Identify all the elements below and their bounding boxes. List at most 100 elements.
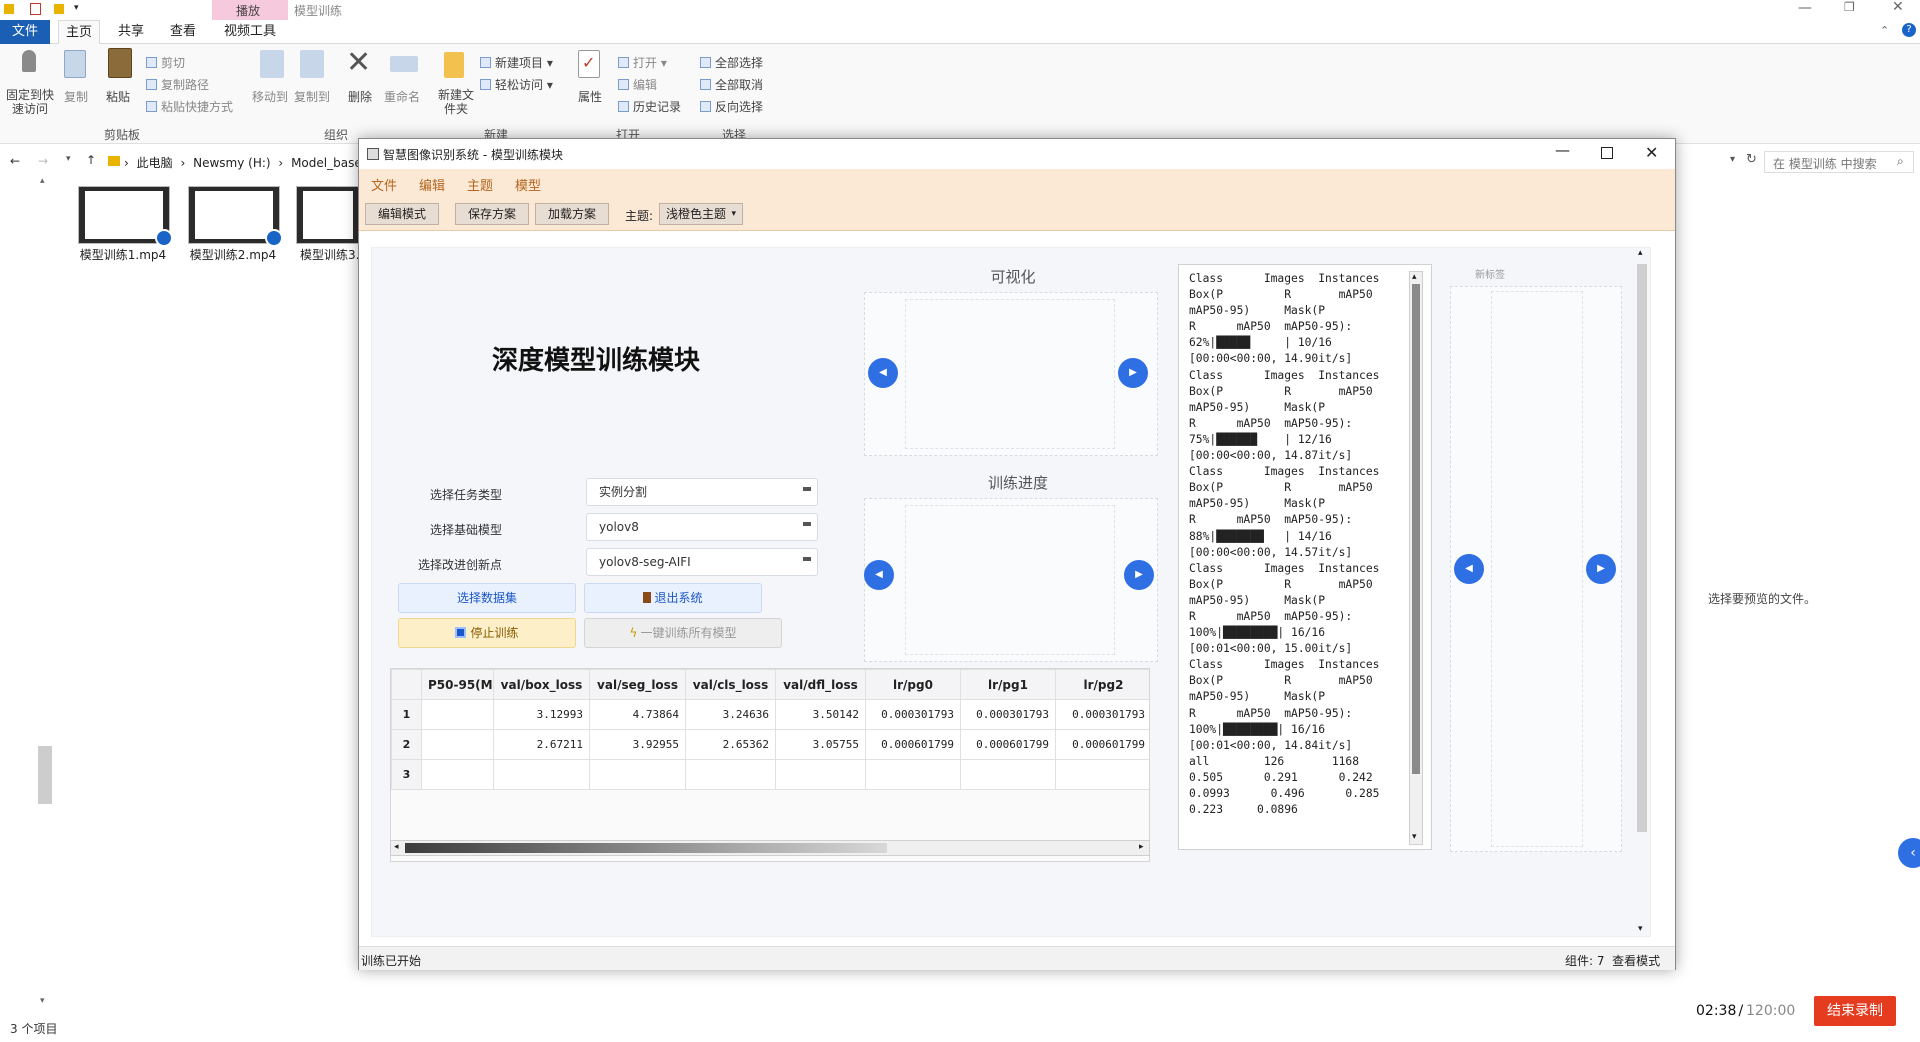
column-header[interactable]: val/box_loss <box>493 669 590 700</box>
newtab-prev-button[interactable]: ◀ <box>1454 554 1484 584</box>
cut-button[interactable]: 剪切 <box>146 54 185 71</box>
column-header[interactable]: lr/pg1 <box>960 669 1056 700</box>
tab-view[interactable]: 查看 <box>162 20 204 44</box>
app-maximize-icon[interactable] <box>1601 147 1613 159</box>
history-button[interactable]: 历史记录 <box>618 98 681 115</box>
delete-button[interactable]: 删除 <box>348 88 372 105</box>
table-cell[interactable]: 3.24636 <box>685 699 776 730</box>
scroll-right-icon[interactable]: ▸ <box>1139 842 1144 852</box>
table-cell[interactable]: 2.65362 <box>685 729 776 760</box>
search-input[interactable]: 在 模型训练 中搜索 <box>1773 155 1877 172</box>
table-cell[interactable]: 3.05755 <box>775 729 866 760</box>
properties-quick-icon[interactable] <box>30 3 41 15</box>
table-cell[interactable]: 0.000301793 <box>1055 699 1149 730</box>
video-thumbnail[interactable] <box>188 186 283 247</box>
quick-access-dropdown-icon[interactable]: ▾ <box>74 3 79 13</box>
copy-button[interactable]: 复制 <box>64 88 88 105</box>
tab-home[interactable]: 主页 <box>58 20 100 44</box>
table-cell[interactable] <box>960 759 1056 790</box>
table-cell[interactable] <box>589 759 686 790</box>
table-row[interactable]: 3 <box>391 759 1149 790</box>
table-cell[interactable]: 3.92955 <box>589 729 686 760</box>
file-name[interactable]: 模型训练2.mp4 <box>178 246 288 263</box>
address-dropdown-icon[interactable]: ▾ <box>1730 154 1735 165</box>
table-row[interactable]: 1 3.12993 4.73864 3.24636 3.50142 0.0003… <box>391 699 1149 730</box>
save-plan-button[interactable]: 保存方案 <box>455 203 530 225</box>
close-icon[interactable]: ✕ <box>1892 0 1904 15</box>
pin-quick-access-button[interactable]: 固定到快速访问 <box>6 88 54 116</box>
paste-shortcut-button[interactable]: 粘贴快捷方式 <box>146 98 233 115</box>
content-scroll-down-icon[interactable]: ▾ <box>1638 924 1643 934</box>
context-tab-label[interactable]: 播放 <box>236 2 260 19</box>
video-thumbnail[interactable] <box>296 186 360 244</box>
file-name[interactable]: 模型训练3. <box>280 246 370 263</box>
column-header[interactable]: lr/pg0 <box>865 669 961 700</box>
select-all-button[interactable]: 全部选择 <box>700 54 763 71</box>
improvement-select[interactable]: yolov8-seg-AIFI <box>586 548 818 576</box>
scroll-left-icon[interactable]: ◂ <box>394 842 399 852</box>
search-box[interactable]: 在 模型训练 中搜索 ⌕ <box>1764 151 1914 173</box>
nav-scrollbar-thumb[interactable] <box>38 746 52 804</box>
refresh-icon[interactable]: ↻ <box>1746 152 1757 167</box>
visual-prev-button[interactable]: ◀ <box>868 358 898 388</box>
table-scrollbar-thumb[interactable] <box>405 843 887 853</box>
stop-training-button[interactable]: 停止训练 <box>398 618 576 648</box>
table-horizontal-scrollbar[interactable]: ◂ ▸ <box>390 840 1150 856</box>
content-scrollbar-thumb[interactable] <box>1637 264 1647 832</box>
breadcrumb-item[interactable]: 此电脑 <box>137 156 173 170</box>
exit-system-button[interactable]: 退出系统 <box>584 583 762 613</box>
column-header[interactable]: val/seg_loss <box>589 669 686 700</box>
help-icon[interactable]: ? <box>1902 23 1916 37</box>
newtab-next-button[interactable]: ▶ <box>1586 554 1616 584</box>
copy-path-button[interactable]: 复制路径 <box>146 76 209 93</box>
log-scroll-up-icon[interactable]: ▴ <box>1412 272 1417 282</box>
table-cell[interactable]: 3.50142 <box>775 699 866 730</box>
table-cell[interactable] <box>1055 759 1149 790</box>
properties-button[interactable]: 属性 <box>578 88 602 105</box>
easy-access-button[interactable]: 轻松访问 ▾ <box>480 76 553 93</box>
visual-next-button[interactable]: ▶ <box>1118 358 1148 388</box>
new-folder-button[interactable]: 新建文件夹 <box>436 88 476 116</box>
video-thumbnail[interactable] <box>78 186 173 247</box>
restore-icon[interactable]: ❐ <box>1844 0 1855 14</box>
menu-model[interactable]: 模型 <box>515 175 541 194</box>
minimize-icon[interactable]: — <box>1798 0 1812 16</box>
tab-video-tools[interactable]: 视频工具 <box>212 20 288 44</box>
task-type-select[interactable]: 实例分割 <box>586 478 818 506</box>
log-scroll-down-icon[interactable]: ▾ <box>1412 832 1417 842</box>
menu-file[interactable]: 文件 <box>371 175 397 194</box>
table-cell[interactable]: 0.000601799 <box>960 729 1056 760</box>
table-cell[interactable] <box>421 699 494 730</box>
table-cell[interactable] <box>685 759 776 790</box>
edit-button[interactable]: 编辑 <box>618 76 657 93</box>
load-plan-button[interactable]: 加载方案 <box>535 203 610 225</box>
theme-select[interactable]: 浅橙色主题 ▾ <box>659 203 743 225</box>
paste-button[interactable]: 粘贴 <box>106 88 130 105</box>
new-item-button[interactable]: 新建项目 ▾ <box>480 54 553 71</box>
column-header[interactable]: lr/pg2 <box>1055 669 1149 700</box>
tab-file[interactable]: 文件 <box>0 20 50 44</box>
app-close-icon[interactable]: ✕ <box>1645 143 1658 162</box>
file-name[interactable]: 模型训练1.mp4 <box>68 246 178 263</box>
content-scroll-up-icon[interactable]: ▴ <box>1638 248 1643 258</box>
base-model-select[interactable]: yolov8 <box>586 513 818 541</box>
app-minimize-icon[interactable]: — <box>1555 141 1570 159</box>
menu-edit[interactable]: 编辑 <box>419 175 445 194</box>
side-collapse-icon[interactable]: ‹ <box>1898 838 1920 868</box>
table-cell[interactable]: 0.000601799 <box>1055 729 1149 760</box>
table-cell[interactable] <box>865 759 961 790</box>
search-icon[interactable]: ⌕ <box>1897 154 1904 169</box>
tab-share[interactable]: 共享 <box>110 20 152 44</box>
table-cell[interactable]: 0.000601799 <box>865 729 961 760</box>
breadcrumb-item[interactable]: Newsmy (H:) <box>193 156 270 170</box>
content-vertical-scrollbar[interactable]: ▴ ▾ <box>1634 248 1650 936</box>
collapse-ribbon-icon[interactable]: ⌃ <box>1880 24 1889 37</box>
table-cell[interactable]: 0.000301793 <box>960 699 1056 730</box>
new-folder-quick-icon[interactable] <box>54 4 64 14</box>
table-cell[interactable]: 2.67211 <box>493 729 590 760</box>
table-row[interactable]: 2 2.67211 3.92955 2.65362 3.05755 0.0006… <box>391 729 1149 760</box>
log-scrollbar-thumb[interactable] <box>1412 284 1420 774</box>
progress-next-button[interactable]: ▶ <box>1124 560 1154 590</box>
copy-to-button[interactable]: 复制到 <box>294 88 330 105</box>
column-header[interactable]: val/dfl_loss <box>775 669 866 700</box>
